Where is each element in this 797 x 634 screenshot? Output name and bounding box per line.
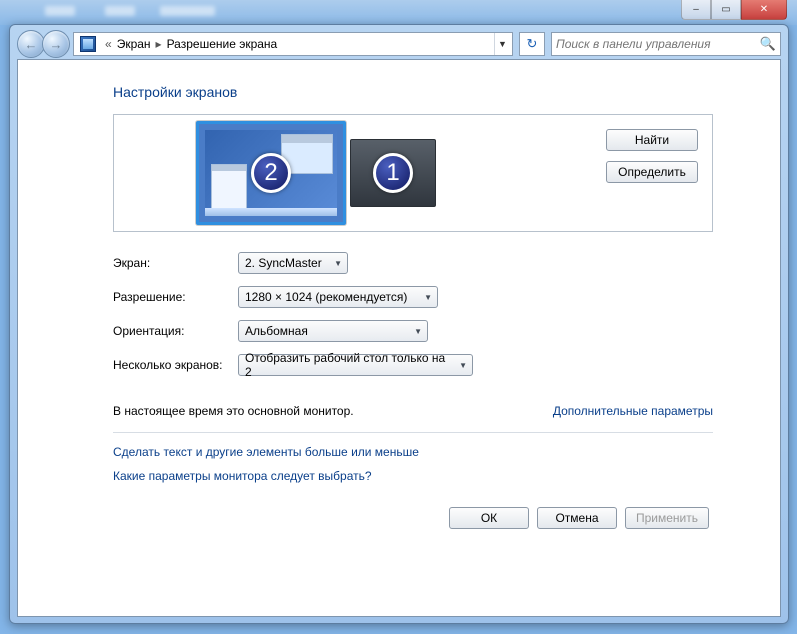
dialog-buttons: ОК Отмена Применить: [113, 507, 713, 529]
desktop-blur-bar: [0, 0, 797, 25]
form-row-resolution: Разрешение: 1280 × 1024 (рекомендуется): [113, 286, 713, 308]
breadcrumb-item[interactable]: Экран: [117, 37, 151, 51]
form-row-multi: Несколько экранов: Отобразить рабочий ст…: [113, 354, 713, 376]
path-dropdown[interactable]: ▼: [494, 33, 510, 55]
monitor-side-buttons: Найти Определить: [606, 129, 698, 183]
resolution-combo[interactable]: 1280 × 1024 (рекомендуется): [238, 286, 438, 308]
identify-button[interactable]: Определить: [606, 161, 698, 183]
blur-spot: [105, 6, 135, 16]
resolution-label: Разрешение:: [113, 290, 238, 304]
nav-buttons: ← →: [17, 30, 67, 58]
blur-spot: [45, 6, 75, 16]
orientation-combo[interactable]: Альбомная: [238, 320, 428, 342]
blur-spot: [160, 6, 215, 16]
preview-window-icon: [211, 164, 247, 210]
ok-button[interactable]: ОК: [449, 507, 529, 529]
multi-label: Несколько экранов:: [113, 358, 238, 372]
close-button[interactable]: ✕: [741, 0, 787, 20]
address-bar: ← → « Экран ▸ Разрешение экрана ▼ ↻ 🔍: [17, 25, 781, 59]
cancel-button[interactable]: Отмена: [537, 507, 617, 529]
forward-arrow-icon: →: [50, 37, 63, 52]
control-panel-icon: [80, 36, 96, 52]
multi-combo[interactable]: Отобразить рабочий стол только на 2: [238, 354, 473, 376]
minimize-icon: –: [693, 4, 699, 15]
client-area: Настройки экранов 2 1 Найти Определить: [17, 59, 781, 617]
settings-form: Экран: 2. SyncMaster Разрешение: 1280 × …: [113, 252, 713, 376]
apply-button[interactable]: Применить: [625, 507, 709, 529]
preview-taskbar-icon: [205, 208, 337, 216]
find-button[interactable]: Найти: [606, 129, 698, 151]
monitor-number: 2: [251, 153, 291, 193]
help-links: Сделать текст и другие элементы больше и…: [113, 445, 713, 483]
breadcrumb-item[interactable]: Разрешение экрана: [167, 37, 278, 51]
which-settings-link[interactable]: Какие параметры монитора следует выбрать…: [113, 469, 713, 483]
status-row: В настоящее время это основной монитор. …: [113, 404, 713, 418]
advanced-settings-link[interactable]: Дополнительные параметры: [553, 404, 713, 418]
form-row-orientation: Ориентация: Альбомная: [113, 320, 713, 342]
breadcrumb-prefix: «: [100, 37, 117, 51]
forward-button[interactable]: →: [42, 30, 70, 58]
primary-monitor-status: В настоящее время это основной монитор.: [113, 404, 354, 418]
search-icon[interactable]: 🔍: [760, 36, 776, 52]
display-label: Экран:: [113, 256, 238, 270]
form-row-display: Экран: 2. SyncMaster: [113, 252, 713, 274]
search-box[interactable]: 🔍: [551, 32, 781, 56]
monitor-preview[interactable]: 2 1 Найти Определить: [113, 114, 713, 232]
monitor-2[interactable]: 2: [196, 121, 346, 225]
window-controls: – ▭ ✕: [681, 0, 787, 20]
page: Настройки экранов 2 1 Найти Определить: [113, 84, 713, 529]
refresh-icon: ↻: [527, 36, 538, 52]
text-size-link[interactable]: Сделать текст и другие элементы больше и…: [113, 445, 713, 459]
orientation-label: Ориентация:: [113, 324, 238, 338]
back-button[interactable]: ←: [17, 30, 45, 58]
search-input[interactable]: [556, 37, 760, 51]
minimize-button[interactable]: –: [681, 0, 711, 20]
breadcrumb[interactable]: « Экран ▸ Разрешение экрана ▼: [73, 32, 513, 56]
back-arrow-icon: ←: [25, 37, 38, 52]
chevron-right-icon: ▸: [151, 37, 167, 51]
display-combo[interactable]: 2. SyncMaster: [238, 252, 348, 274]
page-title: Настройки экранов: [113, 84, 713, 100]
maximize-icon: ▭: [721, 4, 730, 15]
window-frame: ← → « Экран ▸ Разрешение экрана ▼ ↻ 🔍 На…: [9, 24, 789, 624]
monitor-number: 1: [373, 153, 413, 193]
divider: [113, 432, 713, 433]
monitor-1[interactable]: 1: [350, 139, 436, 207]
maximize-button[interactable]: ▭: [711, 0, 741, 20]
close-icon: ✕: [760, 4, 768, 15]
refresh-button[interactable]: ↻: [519, 32, 545, 56]
